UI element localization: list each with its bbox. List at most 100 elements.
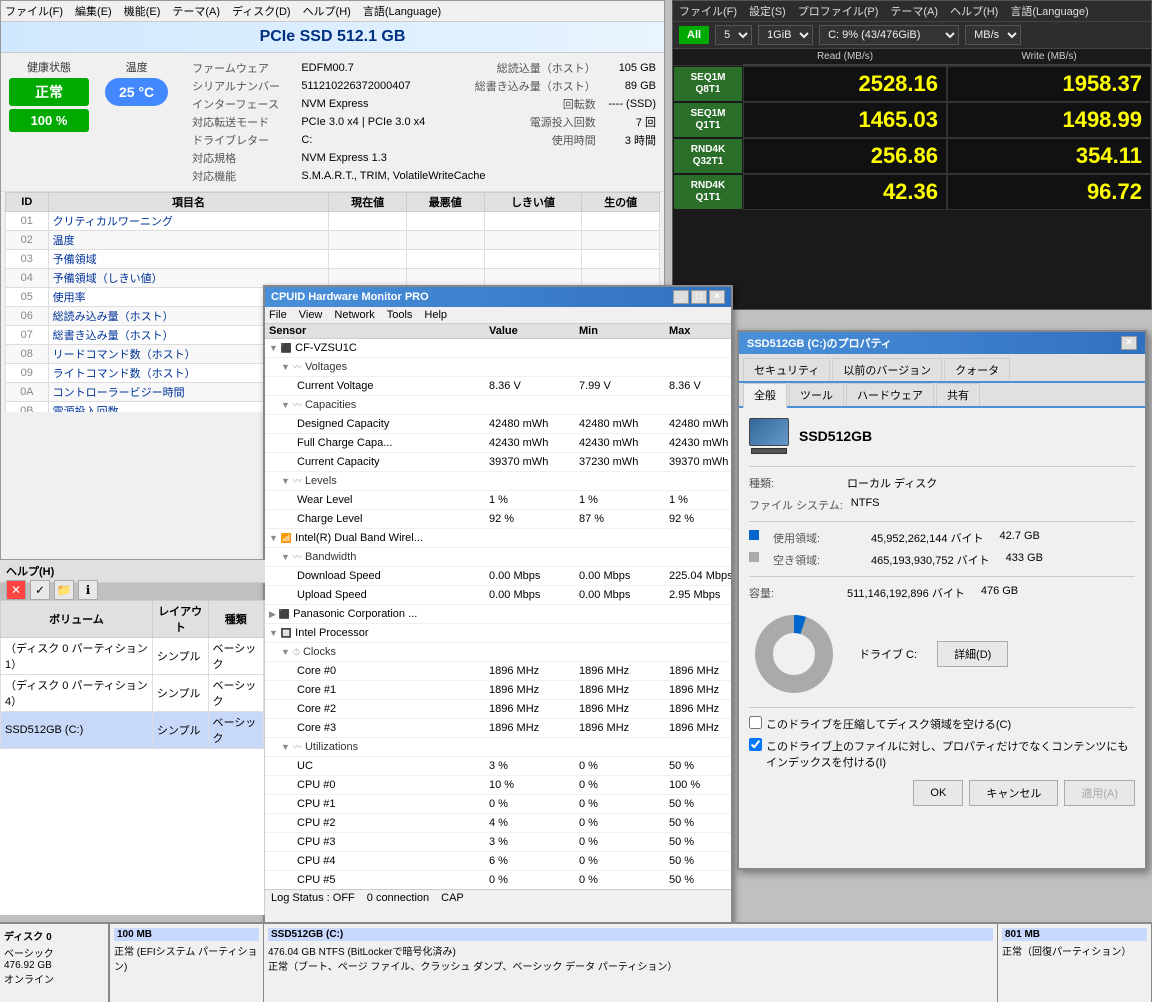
compress-checkbox[interactable]	[749, 716, 762, 729]
cdm-menu-file[interactable]: ファイル(F)	[679, 3, 737, 19]
tree-cf-vzsu1c[interactable]: ▼ ⬛ CF-VZSU1C	[265, 339, 731, 358]
cdm-read-0: 2528.16	[743, 66, 947, 102]
bandwidth-label: Bandwidth	[305, 548, 356, 566]
tree-levels-group[interactable]: ▼ 〰 Levels	[265, 472, 731, 491]
core1-label: Core #1	[269, 681, 489, 699]
disk-list-item[interactable]: SSD512GB (C:) シンプル ベーシック	[1, 712, 264, 749]
expand-icon-voltages: ▼	[281, 358, 290, 376]
cancel-btn[interactable]: キャンセル	[969, 780, 1058, 806]
icon-folder[interactable]: 📁	[54, 580, 74, 600]
cdi-menu-disk[interactable]: ディスク(D)	[232, 3, 291, 19]
core1-max: 1896 MHz	[669, 681, 731, 699]
cdm-drive-select[interactable]: C: 9% (43/476GiB)	[819, 25, 959, 45]
tree-voltages-group[interactable]: ▼ 〰 Voltages	[265, 358, 731, 377]
tab-tools[interactable]: ツール	[789, 383, 844, 406]
wifi-icon: 📶	[281, 529, 292, 547]
ssd-tabs: セキュリティ 以前のバージョン クォータ	[739, 354, 1145, 383]
col-id: ID	[6, 193, 49, 212]
details-btn[interactable]: 詳細(D)	[937, 641, 1008, 667]
hwmon-menu-file[interactable]: File	[269, 309, 287, 321]
icon-close[interactable]: ✕	[6, 580, 26, 600]
smart-row: 02 温度	[6, 231, 660, 250]
cpu1-label: CPU #1	[269, 795, 489, 813]
cdm-runs-select[interactable]: 5	[715, 25, 752, 45]
icon-info[interactable]: ℹ	[78, 580, 98, 600]
hwmon-menu-network[interactable]: Network	[334, 309, 374, 321]
cpu0-value: 10 %	[489, 776, 579, 794]
cdi-menu-edit[interactable]: 編集(E)	[75, 3, 112, 19]
seg3-desc: 正常（回復パーティション）	[1002, 943, 1147, 958]
cdm-menu-help[interactable]: ヘルプ(H)	[950, 3, 998, 19]
disk-list-item[interactable]: （ディスク 0 パーティション 4） シンプル ベーシック	[1, 675, 264, 712]
hwmon-menu-view[interactable]: View	[299, 309, 323, 321]
tree-core3: Core #3 1896 MHz 1896 MHz 1896 MHz	[265, 719, 731, 738]
ssd-divider3	[749, 576, 1135, 577]
transfer-value: PCIe 3.0 x4 | PCIe 3.0 x4	[301, 113, 447, 131]
index-checkbox[interactable]	[749, 738, 762, 751]
capacity-gb: 476 GB	[981, 585, 1018, 601]
capacity-row: 容量: 511,146,192,896 バイト 476 GB	[749, 585, 1135, 601]
hwmon-close-btn[interactable]: ×	[709, 290, 725, 304]
tree-panasonic[interactable]: ▶ ⬛ Panasonic Corporation ...	[265, 605, 731, 624]
disk-list-item[interactable]: （ディスク 0 パーティション 1） シンプル ベーシック	[1, 638, 264, 675]
tree-utilizations-group[interactable]: ▼ 〰 Utilizations	[265, 738, 731, 757]
current-capacity-label: Current Capacity	[269, 453, 489, 471]
ok-btn[interactable]: OK	[913, 780, 963, 806]
upload-speed-min: 0.00 Mbps	[579, 586, 669, 604]
ssd-content: SSD512GB 種類: ローカル ディスク ファイル システム: NTFS 使…	[739, 408, 1145, 816]
tree-capacities-group[interactable]: ▼ 〰 Capacities	[265, 396, 731, 415]
tree-clocks-group[interactable]: ▼ ⏱ Clocks	[265, 643, 731, 662]
cdi-menu-lang[interactable]: 言語(Language)	[363, 3, 441, 19]
cdi-info-quick: ファームウェア EDFM00.7 総読込量（ホスト） 105 GB シリアルナン…	[188, 59, 656, 185]
tab-share[interactable]: 共有	[936, 383, 980, 406]
tree-core2: Core #2 1896 MHz 1896 MHz 1896 MHz	[265, 700, 731, 719]
cdm-menu-profile[interactable]: プロファイル(P)	[798, 3, 879, 19]
vol-layout: シンプル	[152, 638, 208, 675]
features-value: S.M.A.R.T., TRIM, VolatileWriteCache	[301, 167, 656, 185]
tree-cpu5: CPU #5 0 % 0 % 50 %	[265, 871, 731, 889]
seg3-label: 801 MB	[1002, 928, 1147, 941]
hwmon-menu-help[interactable]: Help	[424, 309, 447, 321]
expand-icon-wifi: ▼	[269, 529, 278, 547]
tree-intel-proc[interactable]: ▼ 🔲 Intel Processor	[265, 624, 731, 643]
tree-intel-wifi[interactable]: ▼ 📶 Intel(R) Dual Band Wirel...	[265, 529, 731, 548]
cdi-menu-help[interactable]: ヘルプ(H)	[303, 3, 351, 19]
hwmon-minimize-btn[interactable]: _	[673, 290, 689, 304]
cdm-read-3: 42.36	[743, 174, 947, 210]
tab-quota[interactable]: クォータ	[944, 358, 1010, 381]
capacity-bytes: 511,146,192,896 バイト	[847, 585, 965, 601]
current-voltage-label: Current Voltage	[269, 377, 489, 395]
drive-label: ドライブ C:	[859, 646, 917, 662]
hwmon-menu-tools[interactable]: Tools	[387, 309, 413, 321]
tab-hardware[interactable]: ハードウェア	[846, 383, 934, 406]
tab-security[interactable]: セキュリティ	[743, 358, 830, 381]
cdm-unit-select[interactable]: MB/s	[965, 25, 1021, 45]
tree-bandwidth-group[interactable]: ▼ 〰 Bandwidth	[265, 548, 731, 567]
cdm-menu-theme[interactable]: テーマ(A)	[890, 3, 938, 19]
cdi-health-area: 健康状態 正常 100 % 温度 25 °C ファームウェア EDFM00.7 …	[1, 53, 664, 192]
ssd-close-btn[interactable]: ×	[1121, 336, 1137, 350]
cdi-menu-file[interactable]: ファイル(F)	[5, 3, 63, 19]
cdi-menu-func[interactable]: 機能(E)	[124, 3, 161, 19]
ssd-titlebar: SSD512GB (C:)のプロパティ ×	[739, 332, 1145, 354]
designed-capacity-max: 42480 mWh	[669, 415, 731, 433]
hwmon-table-header: Sensor Value Min Max	[265, 324, 731, 339]
index-label: このドライブ上のファイルに対し、プロパティだけでなくコンテンツにもインデックスを…	[766, 738, 1135, 770]
standard-label: 対応規格	[188, 149, 301, 167]
ssd-divider4	[749, 707, 1135, 708]
tab-prev-versions[interactable]: 以前のバージョン	[832, 358, 942, 381]
full-charge-value: 42430 mWh	[489, 434, 579, 452]
hwmon-maximize-btn[interactable]: □	[691, 290, 707, 304]
icon-check[interactable]: ✓	[30, 580, 50, 600]
cdm-all-button[interactable]: All	[679, 26, 709, 44]
cdi-menu-theme[interactable]: テーマ(A)	[172, 3, 220, 19]
cdm-menu-lang[interactable]: 言語(Language)	[1010, 3, 1088, 19]
intel-proc-label: Intel Processor	[295, 624, 368, 642]
tab-general[interactable]: 全般	[743, 383, 787, 408]
col-volume: ボリューム	[1, 601, 153, 638]
cpu2-max: 50 %	[669, 814, 731, 832]
apply-btn[interactable]: 適用(A)	[1064, 780, 1135, 806]
cdm-size-select[interactable]: 1GiB	[758, 25, 813, 45]
cdm-menu-settings[interactable]: 設定(S)	[749, 3, 786, 19]
seg2-label: SSD512GB (C:)	[268, 928, 993, 941]
